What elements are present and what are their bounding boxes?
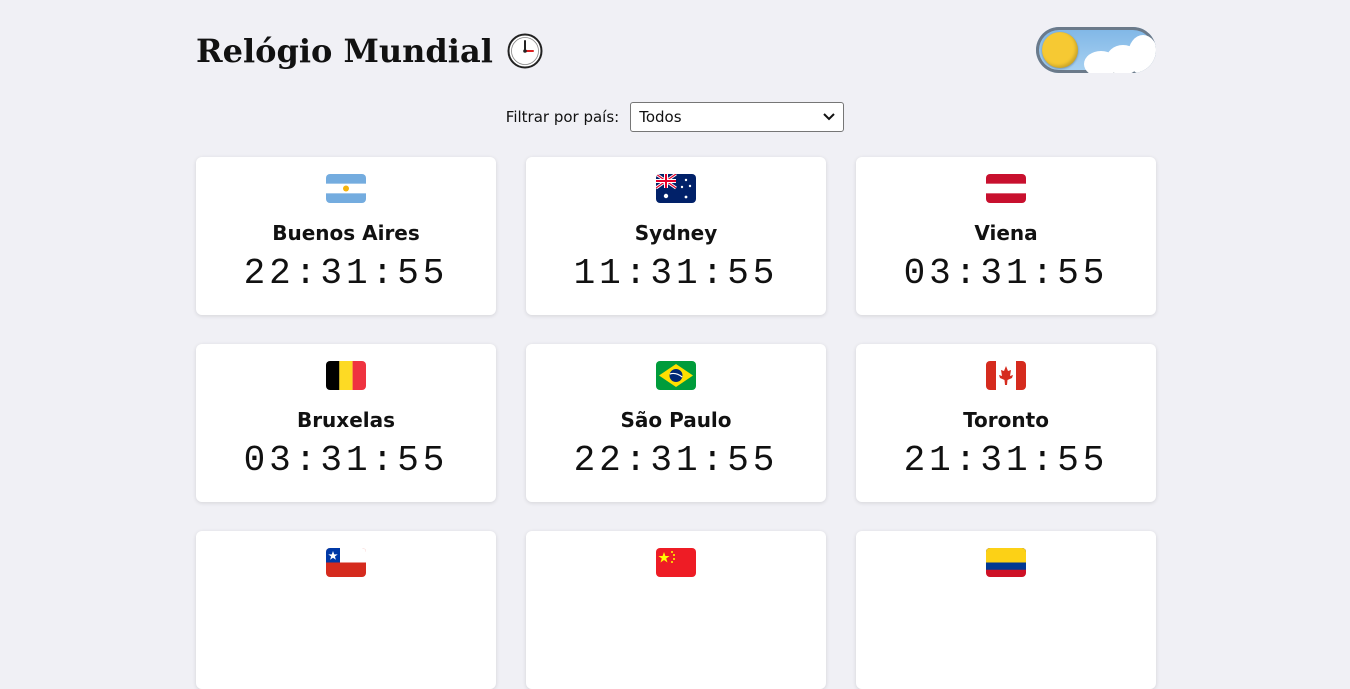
city-grid: Buenos Aires 22:31:55 Sydney 11:31:55 Vi… (196, 157, 1156, 689)
cloud-icon (1128, 35, 1156, 73)
city-card (196, 531, 496, 689)
city-name: São Paulo (620, 408, 732, 432)
city-name: Viena (974, 221, 1038, 245)
chile-flag (326, 548, 366, 577)
country-select-value: Todos (639, 108, 682, 126)
chevron-down-icon (823, 113, 835, 121)
city-name: Sydney (634, 221, 718, 245)
belgium-flag (326, 361, 366, 390)
colombia-flag (986, 548, 1026, 577)
city-card: Buenos Aires 22:31:55 (196, 157, 496, 315)
brazil-flag (656, 361, 696, 390)
city-card (856, 531, 1156, 689)
city-time: 03:31:55 (243, 440, 449, 481)
city-card: Toronto 21:31:55 (856, 344, 1156, 502)
city-card (526, 531, 826, 689)
city-time: 22:31:55 (573, 440, 779, 481)
canada-flag (986, 361, 1026, 390)
city-card: Sydney 11:31:55 (526, 157, 826, 315)
filter-label: Filtrar por país: (505, 108, 620, 126)
argentina-flag (326, 174, 366, 203)
city-time: 11:31:55 (573, 253, 779, 294)
city-time: 21:31:55 (903, 440, 1109, 481)
city-name: Buenos Aires (272, 221, 420, 245)
austria-flag (986, 174, 1026, 203)
city-name: Toronto (963, 408, 1049, 432)
city-card: São Paulo 22:31:55 (526, 344, 826, 502)
city-time: 22:31:55 (243, 253, 449, 294)
country-select[interactable]: Todos (630, 102, 845, 132)
city-card: Bruxelas 03:31:55 (196, 344, 496, 502)
day-mode-toggle[interactable] (1036, 27, 1156, 73)
page-title-text: Relógio Mundial (196, 32, 493, 70)
australia-flag (656, 174, 696, 203)
city-name: Bruxelas (296, 408, 396, 432)
country-filter: Filtrar por país: Todos (0, 102, 1350, 132)
city-time: 03:31:55 (903, 253, 1109, 294)
sun-icon (1042, 32, 1078, 68)
clock-icon (507, 33, 543, 69)
header: Relógio Mundial (196, 27, 1156, 80)
china-flag (656, 548, 696, 577)
city-card: Viena 03:31:55 (856, 157, 1156, 315)
page-title: Relógio Mundial (196, 32, 543, 70)
